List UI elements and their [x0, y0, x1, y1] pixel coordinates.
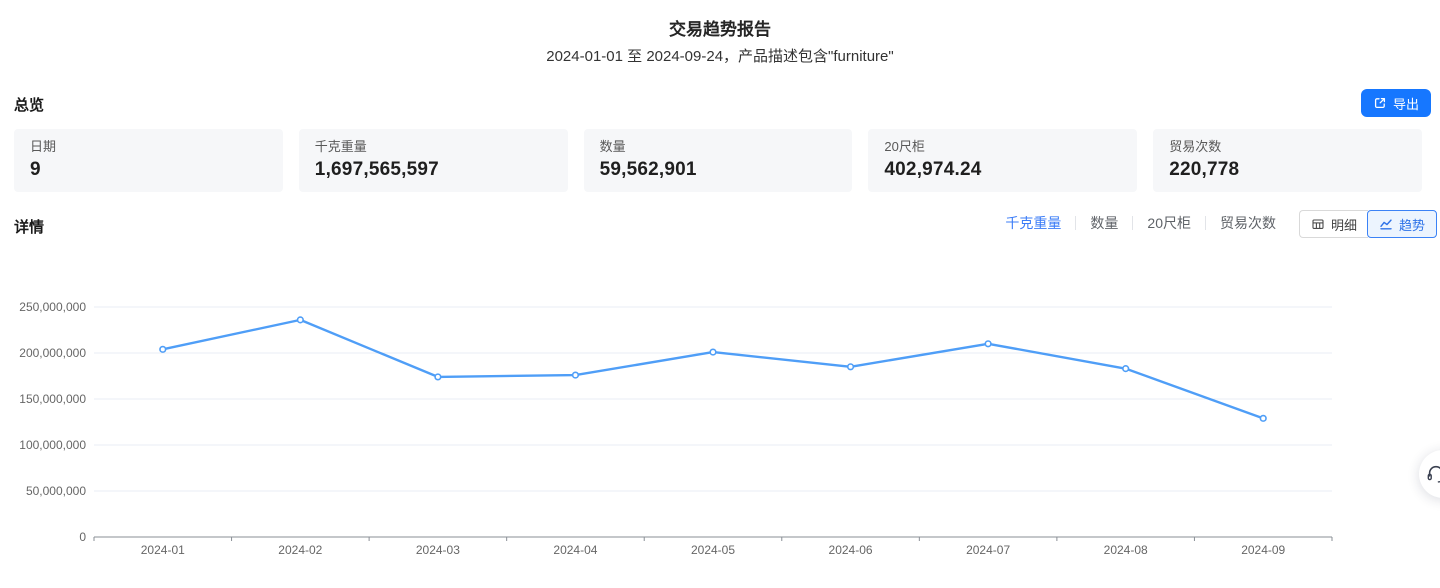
view-toggle-trend-button[interactable]: 趋势: [1367, 210, 1437, 238]
svg-text:2024-03: 2024-03: [416, 543, 460, 557]
stat-card-teu: 20尺柜 402,974.24: [868, 129, 1137, 192]
trend-chart-svg: 0 50,000,000 100,000,000 150,000,000 200,000…: [0, 260, 1440, 575]
svg-text:50,000,000: 50,000,000: [26, 484, 86, 498]
stat-card-label: 日期: [30, 139, 267, 155]
tab-metric-teu[interactable]: 20尺柜: [1147, 213, 1191, 233]
headset-icon: [1425, 463, 1440, 485]
svg-text:2024-07: 2024-07: [966, 543, 1010, 557]
metric-tabs: 千克重量 数量 20尺柜 贸易次数: [1005, 209, 1276, 237]
tab-separator: [1075, 216, 1076, 230]
page-title: 交易趋势报告: [0, 15, 1440, 40]
stat-card-value: 9: [30, 159, 267, 181]
svg-text:2024-08: 2024-08: [1104, 543, 1148, 557]
svg-text:100,000,000: 100,000,000: [19, 438, 86, 452]
view-toggle-detail-button[interactable]: 明细: [1299, 210, 1368, 238]
tab-separator: [1132, 216, 1133, 230]
svg-text:200,000,000: 200,000,000: [19, 346, 86, 360]
view-toggle-detail-label: 明细: [1331, 215, 1357, 234]
svg-text:250,000,000: 250,000,000: [19, 300, 86, 314]
svg-text:2024-05: 2024-05: [691, 543, 735, 557]
stat-card-value: 59,562,901: [600, 159, 837, 181]
stat-card-value: 402,974.24: [884, 159, 1121, 181]
export-button[interactable]: 导出: [1361, 89, 1431, 117]
page-subtitle: 2024-01-01 至 2024-09-24，产品描述包含"furniture…: [0, 45, 1440, 66]
svg-text:2024-04: 2024-04: [553, 543, 597, 557]
overview-cards: 日期 9 千克重量 1,697,565,597 数量 59,562,901 20…: [14, 129, 1422, 192]
export-button-label: 导出: [1393, 94, 1419, 113]
table-icon: [1311, 217, 1325, 231]
view-toggle: 明细 趋势: [1299, 210, 1437, 238]
stat-card-value: 220,778: [1169, 159, 1406, 181]
export-icon: [1373, 96, 1387, 110]
svg-text:2024-09: 2024-09: [1241, 543, 1285, 557]
stat-card-trade-count: 贸易次数 220,778: [1153, 129, 1422, 192]
stat-card-label: 千克重量: [315, 139, 552, 155]
view-toggle-trend-label: 趋势: [1399, 215, 1425, 234]
svg-text:150,000,000: 150,000,000: [19, 392, 86, 406]
svg-text:2024-06: 2024-06: [829, 543, 873, 557]
svg-text:2024-01: 2024-01: [141, 543, 185, 557]
stat-card-date: 日期 9: [14, 129, 283, 192]
trend-chart: 0 50,000,000 100,000,000 150,000,000 200,000…: [0, 260, 1440, 575]
overview-section-label: 总览: [14, 94, 44, 115]
tab-metric-kg-weight[interactable]: 千克重量: [1005, 213, 1061, 233]
tab-metric-quantity[interactable]: 数量: [1090, 213, 1118, 233]
detail-section-label: 详情: [14, 216, 44, 237]
tab-metric-trade-count[interactable]: 贸易次数: [1220, 213, 1276, 233]
stat-card-quantity: 数量 59,562,901: [584, 129, 853, 192]
stat-card-label: 数量: [600, 139, 837, 155]
stat-card-label: 贸易次数: [1169, 139, 1406, 155]
trend-icon: [1379, 217, 1393, 231]
svg-text:0: 0: [79, 530, 86, 544]
stat-card-label: 20尺柜: [884, 139, 1121, 155]
stat-card-value: 1,697,565,597: [315, 159, 552, 181]
tab-separator: [1205, 216, 1206, 230]
svg-text:2024-02: 2024-02: [278, 543, 322, 557]
stat-card-kg-weight: 千克重量 1,697,565,597: [299, 129, 568, 192]
